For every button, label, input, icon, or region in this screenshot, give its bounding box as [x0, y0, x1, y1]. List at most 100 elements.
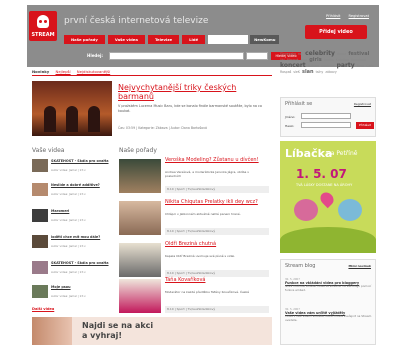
tag[interactable]: tsihy: [316, 70, 324, 74]
tag[interactable]: party: [337, 62, 355, 69]
nav-your-videos[interactable]: Vaše videa: [107, 35, 145, 44]
tag[interactable]: Cafe: [366, 64, 373, 68]
nav-people[interactable]: Lidé: [182, 35, 206, 44]
tag[interactable]: celebrity: [305, 50, 335, 57]
tag[interactable]: sleK: [293, 70, 300, 74]
password-field[interactable]: [301, 122, 351, 128]
show-thumbnail[interactable]: [119, 159, 161, 193]
ad-title: Líbačka: [285, 147, 333, 160]
video-thumbnail[interactable]: [32, 235, 48, 248]
login-link[interactable]: Přihlásit: [326, 14, 340, 18]
tab-most-discussed[interactable]: Nejdiskutovanější: [77, 69, 110, 74]
nav-new-tag[interactable]: NewKomu: [250, 35, 280, 44]
video-thumbnail[interactable]: [32, 261, 48, 274]
list-item[interactable]: SKATEHOST - Skála pro ovaHa Autor videa:…: [32, 159, 117, 177]
tag[interactable]: zábavy: [325, 70, 336, 74]
ad-date: 1. 5. 07: [296, 167, 347, 181]
more-videos-link[interactable]: Další videa: [32, 307, 54, 311]
show-description: Chlápci v Jablonném aktuálně nahlé panen…: [165, 212, 241, 216]
tab-best[interactable]: Nejlepší: [56, 69, 71, 74]
list-item[interactable]: Oldři Brezinà chutná Kapela Oldř Brezinà…: [119, 241, 269, 281]
bird-icon: [294, 199, 318, 221]
list-item[interactable]: loděti chce mít mou dále? Autor videa: J…: [32, 235, 117, 253]
featured-meta: Čas: 03:59 | Kategorie: Zábava | Autor: …: [118, 126, 207, 130]
video-thumbnail[interactable]: [32, 183, 48, 196]
ad-subtitle: TVÁ LÁSKY DOSTANE NA ÁROHY: [296, 183, 353, 187]
register-link[interactable]: Registrovat: [349, 14, 369, 18]
your-videos-heading: Vaše videa: [32, 147, 65, 154]
nav-television[interactable]: Televize: [147, 35, 180, 44]
show-title[interactable]: Táňa Kovaříková: [165, 277, 265, 283]
list-item[interactable]: Neslide a dobré additive? Autor videa: J…: [32, 183, 117, 201]
stream-logo[interactable]: STREAM: [29, 11, 57, 41]
tag[interactable]: koncert: [280, 62, 306, 69]
tag[interactable]: roc: [298, 52, 303, 56]
list-item[interactable]: Maromeri Autor videa: Jamal | 13:v: [32, 209, 117, 227]
video-thumbnail[interactable]: [32, 285, 48, 298]
video-title[interactable]: Maromeri: [51, 209, 117, 213]
tag[interactable]: Rock: [357, 64, 365, 68]
show-thumbnail[interactable]: [119, 201, 161, 235]
video-meta: Autor videa: Jamal | 13:v: [51, 168, 86, 172]
username-field[interactable]: [301, 113, 351, 119]
show-title[interactable]: Nikita Chiqutas Prelatky ikli dey wcz?: [165, 199, 265, 205]
show-thumbnail[interactable]: [119, 243, 161, 277]
video-title[interactable]: Neslide a dobré additive?: [51, 183, 117, 187]
show-title[interactable]: Veroška Modeling? Zůstanu u dívčen!: [165, 157, 265, 163]
list-item[interactable]: SKATEHOST - Skála pro ovaHa Autor videa:…: [32, 261, 117, 279]
logo-face-icon: [37, 15, 49, 28]
video-title[interactable]: Moje psou: [51, 285, 117, 289]
name-label: Jméno:: [285, 115, 296, 119]
featured-description: V pražském Lucerna Music Baru, kde se ko…: [118, 104, 262, 113]
tab-news[interactable]: Novinky: [32, 69, 49, 74]
list-item[interactable]: Nikita Chiqutas Prelatky ikli dey wcz? C…: [119, 199, 269, 239]
password-label: Heslo:: [285, 124, 295, 128]
register-link[interactable]: Registrovat: [354, 102, 371, 106]
show-thumbnail[interactable]: [119, 279, 161, 313]
ad-ground: [280, 227, 376, 253]
tag[interactable]: hudba: [324, 58, 334, 62]
search-category-select[interactable]: [246, 52, 268, 60]
tag[interactable]: slan: [302, 69, 314, 75]
blog-text: Nová možnost vkládat videa ze streamu na…: [285, 284, 372, 292]
show-title[interactable]: Oldři Brezinà chutná: [165, 241, 265, 247]
list-item[interactable]: Moje psou Autor videa: Jamal | 13:v: [32, 285, 117, 303]
tag[interactable]: modelka: [321, 64, 335, 68]
logo-text: STREAM: [31, 32, 55, 38]
ad-banner[interactable]: Líbačka 1. 5. 07 TVÁ LÁSKY DOSTANE NA ÁR…: [280, 141, 376, 253]
list-item[interactable]: Veroška Modeling? Zůstanu u dívčen! Andr…: [119, 157, 269, 197]
blog-all-link[interactable]: Mimi novinek: [348, 264, 371, 268]
upload-video-button[interactable]: Přidej video: [305, 25, 367, 39]
login-heading: Přihlásit se: [285, 101, 313, 107]
featured-thumbnail[interactable]: [32, 81, 112, 136]
tag[interactable]: kultura: [308, 64, 319, 68]
main-nav: Naše pořady Vaše videa Televize Lidé New…: [64, 35, 282, 44]
promo-text: Najdi se na akci a vyhraj!: [82, 321, 153, 341]
heart-icon: [317, 189, 337, 209]
show-description: Kapela Oldř Brezinà uvolnuje své písně s…: [165, 254, 236, 258]
search-input[interactable]: [109, 52, 244, 60]
list-item[interactable]: Táňa Kovaříková Moderátor na kazdé předl…: [119, 277, 269, 317]
video-title[interactable]: loděti chce mít mou dále?: [51, 235, 117, 239]
nav-our-shows[interactable]: Naše pořady: [64, 35, 105, 44]
promo-banner[interactable]: Najdi se na akci a vyhraj!: [32, 317, 272, 345]
our-shows-heading: Naše pořady: [119, 147, 157, 154]
video-thumbnail[interactable]: [32, 159, 48, 172]
page-frame: STREAM první česká internetová televize …: [27, 5, 379, 345]
featured-title[interactable]: Nejvychytanější triky českých barmanů: [118, 83, 268, 101]
login-button[interactable]: Přihlásit: [356, 122, 374, 129]
blog-entry: 30. 5. 2007 Vaše videa vám určitě vyjížd…: [285, 308, 373, 322]
tag[interactable]: doska: [337, 52, 346, 56]
video-title[interactable]: SKATEHOST - Skála pro ovaHa: [51, 159, 117, 163]
tag[interactable]: Slovensko: [280, 52, 296, 56]
tag[interactable]: Rospaš: [280, 70, 291, 74]
tag[interactable]: girls: [309, 57, 321, 63]
top-links: Přihlásit Registrovat: [319, 14, 369, 18]
show-meta-bar: 8.10 | Sport | Tv/lauzSkladzkový: [165, 228, 269, 235]
video-meta: Autor videa: Jamal | 13:v: [51, 244, 86, 248]
tag[interactable]: festival: [348, 51, 369, 57]
nav-input[interactable]: [208, 35, 249, 44]
show-meta-bar: 8.10 | Sport | Tv/lauzSkladzkový: [165, 186, 269, 193]
video-title[interactable]: SKATEHOST - Skála pro ovaHa: [51, 261, 117, 265]
video-thumbnail[interactable]: [32, 209, 48, 222]
